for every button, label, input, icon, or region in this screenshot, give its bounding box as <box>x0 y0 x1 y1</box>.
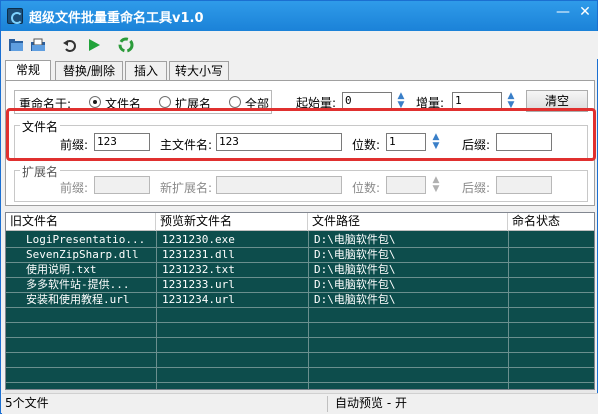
status-cell <box>508 278 594 293</box>
window-title: 超级文件批量重命名工具v1.0 <box>29 11 204 26</box>
status-cell <box>508 233 594 248</box>
path-cell: D:\电脑软件包\ <box>314 293 396 306</box>
open-folder-icon[interactable] <box>8 37 24 53</box>
new-name-cell: 1231232.txt <box>162 263 235 276</box>
open-file-icon[interactable] <box>30 37 46 53</box>
status-cell <box>508 263 594 278</box>
table-row[interactable]: 安装和使用教程.url 1231234.url D:\电脑软件包\ <box>6 293 594 308</box>
column-status[interactable]: 命名状态 <box>508 213 594 231</box>
extension-group-title: 扩展名 <box>20 163 61 180</box>
ext-digits-label: 位数: <box>352 181 381 195</box>
ext-digits-input[interactable] <box>386 176 426 194</box>
status-bar: 5个文件 自动预览 - 开 <box>2 393 598 414</box>
ext-suffix-input[interactable] <box>496 176 552 194</box>
column-old-name[interactable]: 旧文件名 <box>6 213 156 231</box>
path-cell: D:\电脑软件包\ <box>314 233 396 246</box>
tab-general[interactable]: 常规 <box>5 60 51 81</box>
ext-digits-spinner[interactable]: ▲ ▼ <box>429 176 443 194</box>
new-name-cell: 1231231.dll <box>162 248 235 261</box>
column-new-name[interactable]: 预览新文件名 <box>156 213 308 231</box>
toolbar <box>2 31 598 59</box>
table-row[interactable]: 多多软件站-提供... 1231233.url D:\电脑软件包\ <box>6 278 594 293</box>
new-name-cell: 1231230.exe <box>162 233 235 246</box>
ext-suffix-label: 后缀: <box>462 181 491 195</box>
auto-preview-status: 自动预览 - 开 <box>335 396 407 410</box>
tab-insert[interactable]: 插入 <box>125 61 167 80</box>
new-ext-input[interactable] <box>216 176 342 194</box>
file-count: 5个文件 <box>2 396 328 412</box>
radio-filename[interactable] <box>89 96 101 108</box>
old-name-cell: 多多软件站-提供... <box>26 278 130 291</box>
table-row[interactable]: LogiPresentatio... 1231230.exe D:\电脑软件包\ <box>6 233 594 248</box>
undo-icon[interactable] <box>62 37 78 53</box>
app-window: 超级文件批量重命名工具v1.0 — ✕ 常规 替换/删除 插入 转大小写 重命名… <box>0 0 598 414</box>
old-name-cell: SevenZipSharp.dll <box>26 248 139 261</box>
new-ext-label: 新扩展名: <box>160 181 213 195</box>
radio-extension[interactable] <box>159 96 171 108</box>
title-bar[interactable]: 超级文件批量重命名工具v1.0 — ✕ <box>1 1 597 31</box>
run-icon[interactable] <box>86 37 102 53</box>
old-name-cell: LogiPresentatio... <box>26 233 146 246</box>
path-cell: D:\电脑软件包\ <box>314 248 396 261</box>
old-name-cell: 使用说明.txt <box>26 263 97 276</box>
path-cell: D:\电脑软件包\ <box>314 263 396 276</box>
close-button[interactable]: ✕ <box>573 1 597 23</box>
tab-replace-delete[interactable]: 替换/删除 <box>55 61 123 80</box>
column-path[interactable]: 文件路径 <box>308 213 508 231</box>
radio-all[interactable] <box>229 96 241 108</box>
ext-prefix-label: 前缀: <box>60 181 89 195</box>
path-cell: D:\电脑软件包\ <box>314 278 396 291</box>
tab-case-convert[interactable]: 转大小写 <box>169 61 229 80</box>
minimize-button[interactable]: — <box>553 3 573 23</box>
old-name-cell: 安装和使用教程.url <box>26 293 130 306</box>
file-list[interactable]: 旧文件名 预览新文件名 文件路径 命名状态 LogiPresentatio...… <box>5 212 595 390</box>
table-row[interactable]: 使用说明.txt 1231232.txt D:\电脑软件包\ <box>6 263 594 278</box>
table-row[interactable]: SevenZipSharp.dll 1231231.dll D:\电脑软件包\ <box>6 248 594 263</box>
recycle-icon[interactable] <box>118 37 134 53</box>
highlight-box <box>6 108 596 161</box>
file-list-header: 旧文件名 预览新文件名 文件路径 命名状态 <box>6 213 594 231</box>
status-cell <box>508 293 594 308</box>
ext-prefix-input[interactable] <box>94 176 150 194</box>
new-name-cell: 1231233.url <box>162 278 235 291</box>
new-name-cell: 1231234.url <box>162 293 235 306</box>
app-icon <box>7 8 23 24</box>
status-cell <box>508 248 594 263</box>
